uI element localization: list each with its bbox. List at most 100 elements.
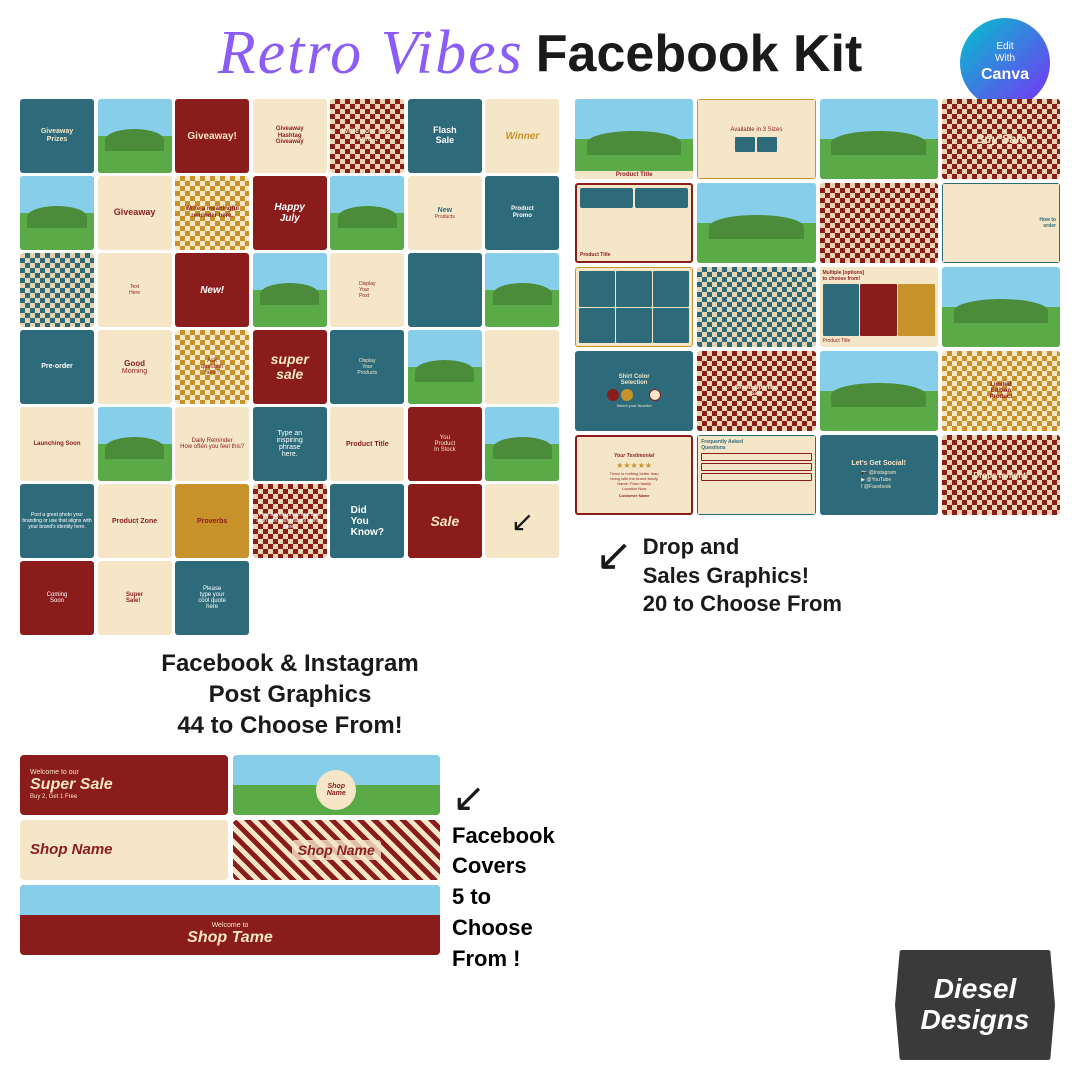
sales-cell-7 bbox=[820, 183, 938, 263]
sales-cell-15 bbox=[820, 351, 938, 431]
grid-cell-26: DisplayYourProducts bbox=[330, 330, 404, 404]
left-section: GiveawayPrizes Giveaway! GiveawayHashtag… bbox=[20, 99, 560, 989]
grid-cell-24: Askquestionhere? bbox=[175, 330, 249, 404]
cover-shop-name-3: Shop Name bbox=[233, 820, 441, 880]
grid-cell-19: DisplayYourPost bbox=[330, 253, 404, 327]
grid-cell-31: Daily ReminderHow often you feel this? bbox=[175, 407, 249, 481]
covers-desc-line2: 5 to Choose From ! bbox=[452, 882, 560, 974]
grid-cell-43: ComingSoon bbox=[20, 561, 94, 635]
header-title: Retro Vibes Facebook Kit bbox=[218, 18, 863, 89]
sales-cell-18: Frequently AskedQuestions bbox=[697, 435, 815, 515]
sales-cell-6 bbox=[697, 183, 815, 263]
covers-col: Welcome to our Super Sale Buy 2, Get 1 F… bbox=[20, 755, 440, 955]
sales-cell-1: Product Title bbox=[575, 99, 693, 179]
header: Retro Vibes Facebook Kit Edit With Canva bbox=[0, 0, 1080, 99]
grid-cell-14: ProductPromo bbox=[485, 176, 559, 250]
grid-cell-48 bbox=[408, 561, 482, 635]
sales-cell-11: Multiple [options]to choose from! Produc… bbox=[820, 267, 938, 347]
grid-cell-11: HappyJuly bbox=[253, 176, 327, 250]
grid-cell-28 bbox=[485, 330, 559, 404]
grid-cell-38: Proverbs bbox=[175, 484, 249, 558]
covers-arrow: ↙ bbox=[452, 775, 560, 821]
grid-cell-35 bbox=[485, 407, 559, 481]
grid-cell-30 bbox=[98, 407, 172, 481]
grid-cell-25: supersale bbox=[253, 330, 327, 404]
sales-cell-17: Your Testimonial ★★★★★ There is nothing … bbox=[575, 435, 693, 515]
grid-cell-22: Pre-order bbox=[20, 330, 94, 404]
sales-desc-line1: Drop and bbox=[643, 533, 842, 562]
sales-cell-13: Shirt ColorSelection Select your favorit… bbox=[575, 351, 693, 431]
grid-cell-29: Launching Soon bbox=[20, 407, 94, 481]
sales-cell-19: Let's Get Social! 📷 @Instagram ▶ @YouTub… bbox=[820, 435, 938, 515]
sales-cell-4: Buy Sale bbox=[942, 99, 1060, 179]
grid-cell-45: Pleasetype yourcool quotehere bbox=[175, 561, 249, 635]
grid-cell-32: Type aninspiringphrasehere. bbox=[253, 407, 327, 481]
grid-cell-21 bbox=[485, 253, 559, 327]
sales-cell-10 bbox=[697, 267, 815, 347]
grid-cell-8 bbox=[20, 176, 94, 250]
grid-cell-49 bbox=[485, 561, 559, 635]
cover-shop-name-1: ShopName bbox=[233, 755, 441, 815]
grid-cell-27 bbox=[408, 330, 482, 404]
sales-cell-2: Available in 3 Sizes bbox=[697, 99, 815, 179]
sales-cell-14: Grand OpeningSale bbox=[697, 351, 815, 431]
cover-super-sale: Welcome to our Super Sale Buy 2, Get 1 F… bbox=[20, 755, 228, 815]
grid-cell-1: GiveawayPrizes bbox=[20, 99, 94, 173]
grid-cell-12 bbox=[330, 176, 404, 250]
sales-cell-8: How toorder bbox=[942, 183, 1060, 263]
grid-cell-44: SuperSale! bbox=[98, 561, 172, 635]
covers-desc-line1: Facebook Covers bbox=[452, 821, 560, 883]
diesel-designs-badge: Diesel Designs bbox=[895, 950, 1055, 1060]
post-graphics-description: Facebook & Instagram Post Graphics 44 to… bbox=[20, 640, 560, 750]
grid-cell-2 bbox=[98, 99, 172, 173]
diesel-line1: Diesel bbox=[934, 974, 1017, 1005]
sales-graphics-grid: Product Title Available in 3 Sizes Buy S… bbox=[575, 99, 1060, 515]
retro-vibes-text: Retro Vibes bbox=[218, 18, 524, 89]
canva-brand-text: Canva bbox=[981, 65, 1029, 84]
grid-cell-16: TextHere bbox=[98, 253, 172, 327]
grid-cell-4: GiveawayHashtagGiveaway bbox=[253, 99, 327, 173]
shop-tame-text: Shop Tame bbox=[187, 929, 273, 947]
grid-cell-18 bbox=[253, 253, 327, 327]
cover-shop-tame: Welcome to Shop Tame bbox=[20, 885, 440, 955]
post-graphics-grid: GiveawayPrizes Giveaway! GiveawayHashtag… bbox=[20, 99, 560, 635]
grid-cell-3: Giveaway! bbox=[175, 99, 249, 173]
grid-cell-33: Product Title bbox=[330, 407, 404, 481]
sales-cell-20: Drops tonight! bbox=[942, 435, 1060, 515]
cover-shop-name-2: Shop Name bbox=[20, 820, 228, 880]
grid-cell-34: YouProductIn Stock bbox=[408, 407, 482, 481]
right-section: Product Title Available in 3 Sizes Buy S… bbox=[575, 99, 1060, 989]
grid-cell-17: New! bbox=[175, 253, 249, 327]
grid-cell-15 bbox=[20, 253, 94, 327]
grid-cell-39: Post a great photo and then align with y… bbox=[253, 484, 327, 558]
sales-cell-16: LimitedEditionProduct bbox=[942, 351, 1060, 431]
post-desc-line3: 44 to Choose From! bbox=[20, 710, 560, 741]
canva-edit-text: Edit bbox=[996, 41, 1013, 53]
covers-description-col: ↙ Facebook Covers 5 to Choose From ! bbox=[452, 755, 560, 975]
sales-cell-12 bbox=[942, 267, 1060, 347]
sales-desc-area: ↙ Drop and Sales Graphics! 20 to Choose … bbox=[575, 528, 1060, 624]
grid-cell-40: DidYouKnow? bbox=[330, 484, 404, 558]
canva-with-text: With bbox=[995, 53, 1015, 65]
sales-desc-line2: Sales Graphics! bbox=[643, 562, 842, 591]
sales-cell-9 bbox=[575, 267, 693, 347]
grid-cell-5: Write your post here... bbox=[330, 99, 404, 173]
grid-cell-37: Product Zone bbox=[98, 484, 172, 558]
grid-cell-7: Winner bbox=[485, 99, 559, 173]
canva-badge: Edit With Canva bbox=[960, 18, 1050, 108]
sales-cell-5: Product Title bbox=[575, 183, 693, 263]
main-content: GiveawayPrizes Giveaway! GiveawayHashtag… bbox=[0, 99, 1080, 989]
facebook-kit-text: Facebook Kit bbox=[536, 24, 863, 84]
grid-cell-6: FlashSale bbox=[408, 99, 482, 173]
grid-cell-9: Giveaway bbox=[98, 176, 172, 250]
sales-arrow: ↙ bbox=[595, 528, 633, 581]
covers-desc: Facebook Covers 5 to Choose From ! bbox=[452, 821, 560, 975]
grid-cell-13: NewProducts bbox=[408, 176, 482, 250]
grid-cell-42: ↙ bbox=[485, 484, 559, 558]
sales-desc-line3: 20 to Choose From bbox=[643, 590, 842, 619]
covers-area: Welcome to our Super Sale Buy 2, Get 1 F… bbox=[20, 755, 560, 975]
diesel-line2: Designs bbox=[921, 1005, 1030, 1036]
grid-cell-41: Sale bbox=[408, 484, 482, 558]
grid-cell-36: Post a great photo your branding or use … bbox=[20, 484, 94, 558]
sales-cell-3 bbox=[820, 99, 938, 179]
